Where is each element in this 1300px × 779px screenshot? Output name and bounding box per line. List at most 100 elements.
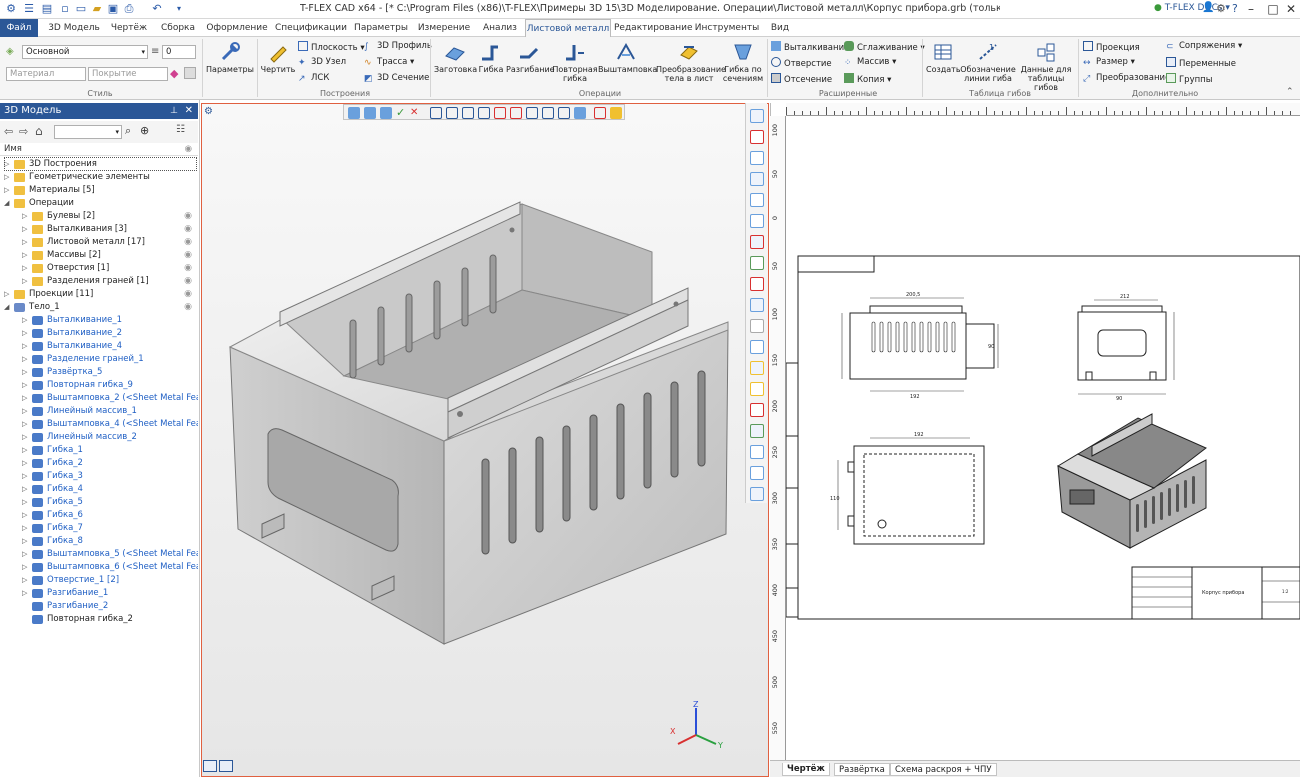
tab-design[interactable]: Оформление — [204, 19, 270, 37]
tree-item[interactable]: ▷ Линейный массив_1 — [0, 405, 198, 418]
tab-view[interactable]: Вид — [766, 19, 794, 37]
view-filter-icon[interactable] — [348, 107, 360, 119]
parameters-button[interactable]: Параметры — [206, 41, 254, 74]
select-all-icon[interactable] — [594, 107, 606, 119]
expand-arrow-icon[interactable]: ▷ — [22, 392, 30, 405]
layer-select[interactable]: Основной ▾ — [22, 45, 148, 59]
visibility-eye-icon[interactable]: ◉ — [184, 210, 192, 223]
view-tool-icon[interactable] — [750, 487, 764, 501]
create-bend-table-button[interactable]: Создать — [926, 41, 961, 74]
view-tool-icon[interactable] — [750, 424, 764, 438]
tab-measure[interactable]: Измерение — [414, 19, 474, 37]
close-button[interactable]: ✕ — [1280, 0, 1300, 19]
tree-item[interactable]: ▷ Линейный массив_2 — [0, 431, 198, 444]
profile3d-button[interactable]: ∫ 3D Профиль — [364, 41, 432, 52]
tree-item[interactable]: ▷ Разгибание_1 — [0, 587, 198, 600]
tree-item[interactable]: Повторная гибка_2 — [0, 613, 198, 626]
select-face-icon[interactable] — [380, 107, 392, 119]
tree-item[interactable]: ▷ Выштамповка_4 (<Sheet Metal Fea... — [0, 418, 198, 431]
visibility-eye-icon[interactable]: ◉ — [184, 249, 192, 262]
new-file-icon[interactable]: ▫ — [58, 2, 72, 16]
expand-arrow-icon[interactable]: ▷ — [22, 444, 30, 457]
tree-item[interactable]: ▷ Гибка_4 — [0, 483, 198, 496]
visibility-eye-icon[interactable]: ◉ — [184, 301, 192, 314]
expand-arrow-icon[interactable]: ▷ — [22, 366, 30, 379]
visibility-eye-icon[interactable]: ◉ — [184, 275, 192, 288]
view-tool-icon[interactable] — [750, 298, 764, 312]
tree-item[interactable]: ▷ Гибка_2 — [0, 457, 198, 470]
hole-button[interactable]: Отверстие — [771, 57, 832, 70]
transform-to-sheet-button[interactable]: Преобразование тела в лист — [656, 41, 726, 83]
tree-item[interactable]: ▷ Отверстие_1 [2] — [0, 574, 198, 587]
smooth-button[interactable]: Сглаживание ▾ — [844, 41, 925, 54]
expand-arrow-icon[interactable]: ▷ — [22, 509, 30, 522]
settings-gear-icon[interactable]: ⚙ — [1216, 2, 1226, 15]
tree-item[interactable]: ▷ Материалы [5] — [0, 184, 198, 197]
viewport-options-icon[interactable]: ⚙ — [204, 106, 213, 117]
expand-arrow-icon[interactable]: ▷ — [22, 535, 30, 548]
tree-item[interactable]: ▷ Гибка_3 — [0, 470, 198, 483]
section3d-button[interactable]: ◩ 3D Сечение — [364, 73, 429, 84]
view-tool-icon[interactable] — [750, 151, 764, 165]
bend-table-data-button[interactable]: Данные для таблицы гибов — [1016, 41, 1076, 92]
close-panel-icon[interactable]: ✕ — [185, 103, 193, 119]
filter-options-icon[interactable] — [610, 107, 622, 119]
stamp-button[interactable]: Выштамповка — [598, 41, 657, 74]
hamburger-icon[interactable]: ☰ — [22, 2, 36, 16]
draw-button[interactable]: Чертить — [260, 41, 296, 74]
view-tool-icon[interactable] — [750, 361, 764, 375]
bend-line-designation-button[interactable]: 1 Обозначение линии гиба — [960, 41, 1016, 83]
pairing-button[interactable]: ⊂ Сопряжения ▾ — [1166, 41, 1242, 52]
tab-3d-model[interactable]: 3D Модель — [45, 19, 103, 37]
help-icon[interactable]: ? — [1232, 2, 1238, 15]
tree-item[interactable]: ◢ Тело_1 ◉ — [0, 301, 198, 314]
expand-arrow-icon[interactable]: ▷ — [22, 457, 30, 470]
forward-icon[interactable]: ⇨ — [19, 125, 28, 138]
tree-item[interactable]: ▷ Массивы [2] ◉ — [0, 249, 198, 262]
select-sheet-icon[interactable] — [542, 107, 554, 119]
tab-parameters[interactable]: Параметры — [352, 19, 410, 37]
select-edge-icon[interactable] — [430, 107, 442, 119]
expand-arrow-icon[interactable]: ▷ — [22, 314, 30, 327]
unbend-button[interactable]: Разгибание — [506, 41, 555, 74]
view-tool-icon[interactable] — [750, 277, 764, 291]
select-node-icon[interactable] — [558, 107, 570, 119]
expand-arrow-icon[interactable]: ▷ — [22, 327, 30, 340]
tree-item[interactable]: ▷ Гибка_5 — [0, 496, 198, 509]
tree-item[interactable]: ▷ Развёртка_5 — [0, 366, 198, 379]
view-tool-icon[interactable] — [750, 130, 764, 144]
tree-item[interactable]: ▷ Выштамповка_5 (<Sheet Metal Fea... — [0, 548, 198, 561]
expand-arrow-icon[interactable]: ▷ — [22, 431, 30, 444]
tree-item[interactable]: ▷ Гибка_6 — [0, 509, 198, 522]
coating-select[interactable]: Покрытие — [88, 67, 168, 81]
expand-arrow-icon[interactable]: ▷ — [22, 249, 30, 262]
transformation-button[interactable]: ⤢ Преобразование — [1083, 73, 1170, 84]
collapse-ribbon-icon[interactable]: ⌃ — [1286, 87, 1294, 97]
app-menu-icon[interactable]: ⚙ — [4, 2, 18, 16]
expand-arrow-icon[interactable]: ▷ — [22, 483, 30, 496]
undo-icon[interactable]: ↶ — [150, 2, 164, 16]
expand-arrow-icon[interactable]: ▷ — [22, 340, 30, 353]
locate-icon[interactable]: ⊕ — [140, 124, 149, 137]
tab-tools[interactable]: Инструменты — [692, 19, 762, 37]
tree-item[interactable]: ▷ Отверстия [1] ◉ — [0, 262, 198, 275]
tab-sheet-metal[interactable]: Листовой металл — [525, 19, 611, 38]
extrude-button[interactable]: Выталкивание — [771, 41, 849, 54]
bend-button[interactable]: Гибка — [476, 41, 506, 74]
tree-item[interactable]: ▷ Выталкивание_4 — [0, 340, 198, 353]
tab-assembly[interactable]: Сборка — [156, 19, 200, 37]
visibility-eye-icon[interactable]: ◉ — [184, 236, 192, 249]
select-vertex-icon[interactable] — [446, 107, 458, 119]
expand-arrow-icon[interactable]: ▷ — [22, 522, 30, 535]
save-icon[interactable]: ▣ — [106, 2, 120, 16]
expand-arrow-icon[interactable]: ◢ — [4, 301, 12, 314]
sheet-tab-drawing[interactable]: Чертёж — [782, 763, 830, 776]
view-tool-icon[interactable] — [750, 235, 764, 249]
tree-item[interactable]: Разгибание_2 — [0, 600, 198, 613]
expand-arrow-icon[interactable]: ▷ — [22, 353, 30, 366]
blank-button[interactable]: Заготовка — [434, 41, 477, 74]
print-icon[interactable]: ⎙ — [122, 2, 136, 16]
view-tool-icon[interactable] — [750, 193, 764, 207]
expand-arrow-icon[interactable]: ▷ — [22, 379, 30, 392]
viewport-split-icon[interactable] — [219, 760, 233, 772]
